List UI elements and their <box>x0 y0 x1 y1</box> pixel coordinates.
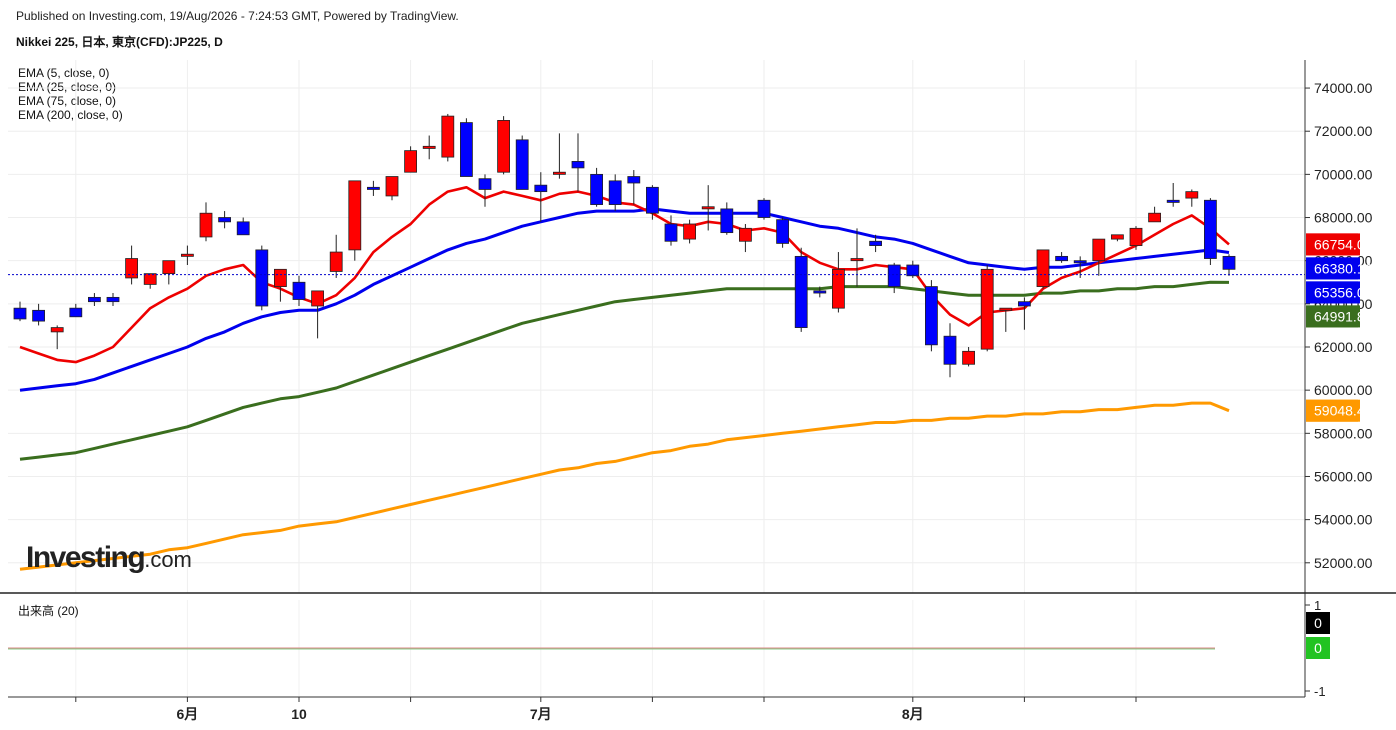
y-tick-label: 54000.00 <box>1314 512 1373 528</box>
y-tick-label: 74000.00 <box>1314 80 1373 96</box>
ema-line <box>19 280 1230 461</box>
candlesticks <box>13 113 1236 378</box>
volume-pane: 1 -1 0 0 <box>8 598 1330 699</box>
candle-body <box>497 120 511 173</box>
candle-body <box>832 268 845 309</box>
candle-body <box>236 221 250 236</box>
candle-body <box>404 150 418 173</box>
price-badge-label: 64991.83 <box>1314 308 1373 324</box>
candle-body <box>1111 234 1124 240</box>
candle-body <box>1073 260 1087 264</box>
candle-body <box>13 307 27 320</box>
candle-body <box>478 178 492 190</box>
y-tick-label: 60000.00 <box>1314 382 1373 398</box>
y-tick-label: 70000.00 <box>1314 166 1373 182</box>
candle-body <box>534 184 548 193</box>
ema-line <box>19 401 1230 571</box>
candle-body <box>813 290 827 294</box>
candle-body <box>32 309 45 322</box>
y-tick-label: 68000.00 <box>1314 210 1373 226</box>
price-badge-label: 65356.00 <box>1314 284 1373 300</box>
candle-body <box>199 212 213 238</box>
candle-body <box>50 327 64 333</box>
candle-body <box>757 199 771 218</box>
price-badge-label: 59048.45 <box>1314 403 1373 419</box>
candle-body <box>999 307 1013 311</box>
y-tick-label: 58000.00 <box>1314 425 1373 441</box>
candle-body <box>776 219 789 244</box>
candle-body <box>1055 255 1068 262</box>
volume-tick-label: 1 <box>1314 598 1321 613</box>
candle-body <box>980 268 994 350</box>
investing-logo: Investing.com <box>26 541 192 574</box>
y-tick-label: 72000.00 <box>1314 123 1373 139</box>
candle-body <box>125 258 138 279</box>
candle-body <box>180 253 194 257</box>
candle-body <box>962 350 975 365</box>
candle-body <box>646 186 659 214</box>
x-tick-label: 8月 <box>902 706 924 722</box>
candle-body <box>1036 249 1050 287</box>
volume-badge-label: 0 <box>1314 640 1322 656</box>
candle-body <box>348 180 362 251</box>
candle-body <box>1018 301 1031 307</box>
candle-body <box>329 251 343 272</box>
candle-body <box>943 335 957 365</box>
candle-body <box>720 208 734 234</box>
candle-body <box>1204 199 1217 259</box>
candle-body <box>441 115 455 158</box>
candle-body <box>515 139 529 190</box>
candle-body <box>571 161 585 169</box>
candle-body <box>292 281 306 300</box>
candle-body <box>1222 255 1236 270</box>
candle-body <box>887 264 901 287</box>
candle-body <box>794 255 808 328</box>
price-badge-label: 66380.16 <box>1314 260 1373 276</box>
candle-body <box>925 286 938 346</box>
candle-body <box>162 260 176 275</box>
candle-body <box>608 180 622 205</box>
candle-body <box>850 258 864 262</box>
y-tick-label: 56000.00 <box>1314 468 1373 484</box>
candle-body <box>1185 191 1199 199</box>
candle-body <box>1092 238 1106 262</box>
candle-body <box>106 296 120 303</box>
candle-body <box>1148 212 1161 223</box>
candle-body <box>590 173 603 205</box>
ema-lines <box>19 186 1230 571</box>
candle-body <box>311 290 325 307</box>
candle-body <box>869 240 882 246</box>
candle-body <box>664 223 678 242</box>
candle-body <box>385 176 399 197</box>
candle-body <box>422 145 436 149</box>
candle-body <box>143 273 157 285</box>
candle-body <box>69 307 83 318</box>
candle-body <box>459 122 473 177</box>
y-tick-label: 62000.00 <box>1314 339 1373 355</box>
price-chart[interactable]: 52000.00 54000.00 56000.00 58000.00 60000.00… <box>0 0 1396 730</box>
candle-body <box>273 268 287 287</box>
grid-lines <box>8 60 1305 697</box>
candle-body <box>553 171 566 175</box>
candle-body <box>1166 199 1180 203</box>
volume-tick-label: -1 <box>1314 684 1326 699</box>
price-badge-label: 66754.07 <box>1314 236 1373 252</box>
candle-body <box>218 217 232 223</box>
x-tick-label: 10 <box>291 706 307 722</box>
candle-body <box>683 223 696 240</box>
candle-body <box>88 296 101 303</box>
volume-badge-label: 0 <box>1314 615 1322 631</box>
candle-body <box>366 186 380 190</box>
x-tick-label: 7月 <box>530 706 552 722</box>
candle-body <box>627 176 641 184</box>
y-tick-label: 52000.00 <box>1314 555 1373 571</box>
volume-legend[interactable]: 出来高 (20) <box>18 602 79 619</box>
x-tick-label: 6月 <box>177 706 199 722</box>
chart-frame <box>0 60 1396 698</box>
candle-body <box>739 227 752 242</box>
candle-body <box>255 249 269 307</box>
candle-body <box>1129 227 1143 246</box>
time-axis[interactable]: 6月 10 7月 8月 <box>75 697 1137 722</box>
candle-body <box>701 206 715 210</box>
